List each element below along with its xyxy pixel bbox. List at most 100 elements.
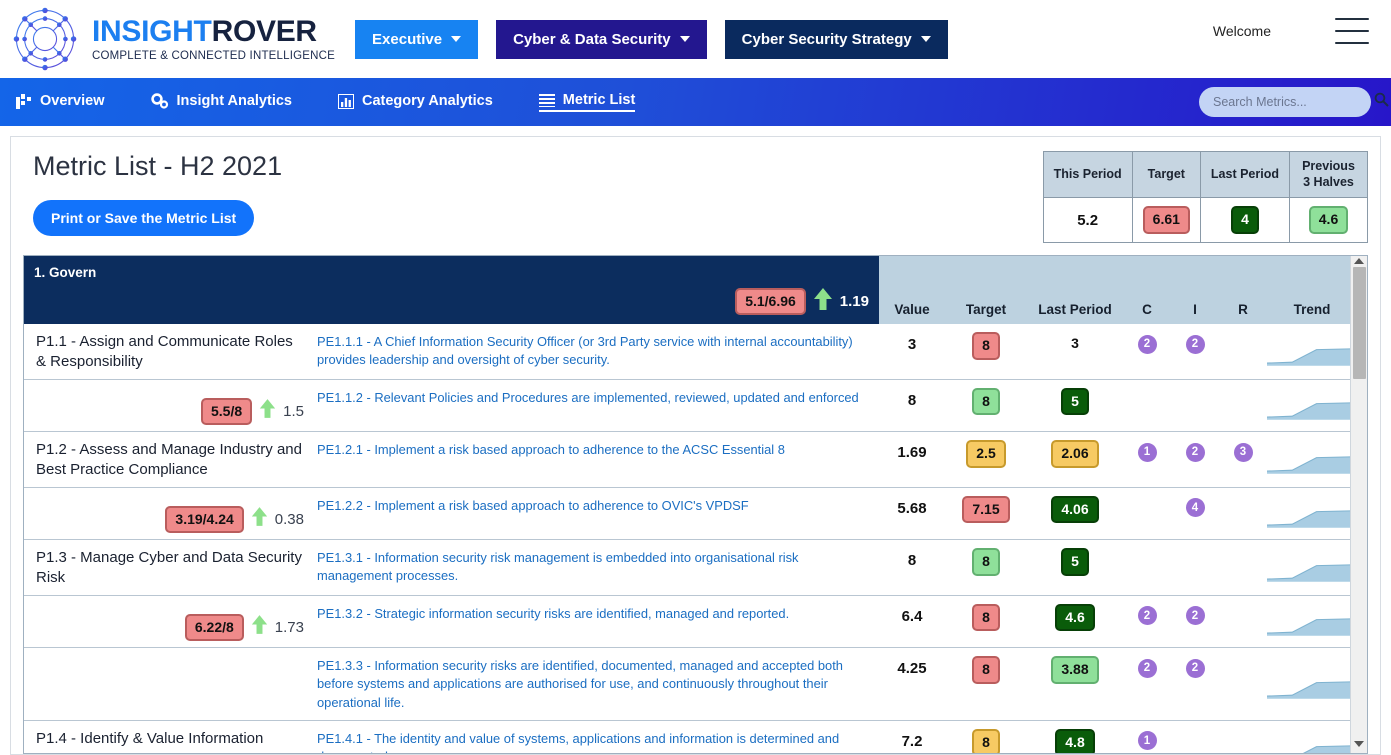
- scroll-down-arrow-icon[interactable]: [1354, 741, 1364, 747]
- metric-c-badge: 1: [1137, 731, 1157, 751]
- metric-value: 8: [907, 552, 917, 569]
- metric-c-badge-cell: 1: [1123, 432, 1171, 487]
- trend-sparkline-icon: [1267, 618, 1350, 637]
- nav-item-category-analytics[interactable]: Category Analytics: [337, 93, 493, 111]
- search-input[interactable]: [1213, 95, 1374, 109]
- metric-i-badge-cell: [1171, 380, 1219, 432]
- nav-item-metric-list[interactable]: Metric List: [538, 92, 636, 112]
- metric-c-badge-cell: [1123, 380, 1171, 432]
- metric-i-badge: 2: [1185, 658, 1205, 678]
- card-header-row: Metric List - H2 2021 Print or Save the …: [23, 150, 1368, 243]
- metric-c-badge-cell: 2: [1123, 324, 1171, 379]
- logo-subtitle: COMPLETE & CONNECTED INTELLIGENCE: [92, 50, 336, 63]
- bar-chart-icon: [337, 93, 354, 109]
- arrow-up-icon: [251, 614, 268, 640]
- scrollbar-thumb[interactable]: [1352, 267, 1366, 379]
- metric-last-period: 2.06: [1027, 432, 1123, 487]
- section-score-group: 5.1/6.96 1.19: [735, 287, 869, 316]
- logo-title-primary: INSIGHT: [92, 15, 212, 49]
- summary-stats-table: This Period Target Last Period Previous …: [1042, 150, 1368, 243]
- table-row[interactable]: P1.3 - Manage Cyber and Data Security Ri…: [24, 540, 1350, 596]
- metric-description[interactable]: PE1.2.2 - Implement a risk based approac…: [314, 488, 879, 540]
- nav-item-metric-list-label: Metric List: [562, 92, 636, 108]
- metric-i-badge-cell: [1171, 721, 1219, 753]
- vertical-scrollbar[interactable]: [1350, 256, 1367, 753]
- metric-description[interactable]: PE1.3.1 - Information security risk mana…: [314, 540, 879, 595]
- column-header-value: Value: [894, 302, 930, 317]
- trend-sparkline-icon: [1267, 348, 1350, 367]
- cyber-data-security-dropdown-button[interactable]: Cyber & Data Security: [496, 19, 707, 59]
- metric-trend: [1267, 488, 1350, 540]
- metric-trend: [1267, 648, 1350, 720]
- metric-i-badge: 2: [1185, 334, 1205, 354]
- nav-item-insight-analytics-label: Insight Analytics: [176, 93, 292, 109]
- welcome-text: Welcome: [1212, 23, 1271, 39]
- table-row[interactable]: PE1.3.3 - Information security risks are…: [24, 648, 1350, 721]
- metric-last-period: 4.6: [1027, 596, 1123, 648]
- metric-trend: [1267, 380, 1350, 432]
- metric-description[interactable]: PE1.4.1 - The identity and value of syst…: [314, 721, 879, 753]
- executive-dropdown-label: Executive: [372, 30, 443, 48]
- metric-grid-header: 1. Govern 5.1/6.96 1.19 Value Target Las…: [24, 256, 1357, 324]
- arrow-up-icon: [813, 287, 833, 316]
- summary-previous-halves-pill: 4.6: [1308, 206, 1349, 234]
- list-icon: [538, 93, 555, 107]
- nav-item-overview[interactable]: Overview: [16, 93, 105, 111]
- section-delta-value: 1.19: [839, 293, 869, 310]
- metric-target: 8: [945, 540, 1027, 595]
- summary-header-previous-3-halves: Previous 3 Halves: [1289, 150, 1368, 199]
- metric-c-badge: 2: [1137, 334, 1157, 354]
- table-row[interactable]: 6.22/8 1.73 PE1.3.2 - Strategic informatio…: [24, 596, 1350, 648]
- metric-list-card: Metric List - H2 2021 Print or Save the …: [10, 136, 1381, 755]
- table-row[interactable]: 3.19/4.24 0.38 PE1.2.2 - Implement a risk …: [24, 488, 1350, 540]
- brand-logo[interactable]: INSIGHTROVER COMPLETE & CONNECTED INTELL…: [8, 5, 335, 73]
- scroll-up-arrow-icon[interactable]: [1354, 258, 1364, 264]
- metric-last-period-pill: 5: [1061, 387, 1089, 415]
- metric-description[interactable]: PE1.3.3 - Information security risks are…: [314, 648, 879, 720]
- metric-column-headers: Value Target Last Period C I R Trend: [879, 256, 1357, 324]
- metric-description[interactable]: PE1.2.1 - Implement a risk based approac…: [314, 432, 879, 487]
- table-row[interactable]: P1.2 - Assess and Manage Industry and Be…: [24, 432, 1350, 488]
- metric-description[interactable]: PE1.3.2 - Strategic information security…: [314, 596, 879, 648]
- metric-r-badge: 3: [1233, 442, 1253, 462]
- metric-value: 8: [907, 391, 917, 409]
- logo-title-secondary: ROVER: [211, 15, 317, 49]
- metric-grid: 1. Govern 5.1/6.96 1.19 Value Target Las…: [23, 255, 1368, 754]
- metric-c-badge: 1: [1137, 442, 1157, 462]
- metric-r-badge-cell: [1219, 648, 1267, 720]
- metric-group-score-pill: 5.5/8: [201, 397, 253, 425]
- table-row[interactable]: P1.1 - Assign and Communicate Roles & Re…: [24, 324, 1350, 380]
- metric-target: 7.15: [945, 488, 1027, 540]
- metric-c-badge-cell: [1123, 488, 1171, 540]
- cyber-security-strategy-dropdown-button[interactable]: Cyber Security Strategy: [724, 19, 948, 59]
- dashboard-icon: [16, 93, 32, 109]
- summary-value-previous-3-halves: 4.6: [1289, 197, 1368, 243]
- metric-value: 1.69: [897, 444, 927, 461]
- metric-c-badge-cell: [1123, 540, 1171, 595]
- executive-dropdown-button[interactable]: Executive: [355, 19, 479, 59]
- metric-trend: [1267, 432, 1350, 487]
- metric-trend: [1267, 324, 1350, 379]
- nav-item-insight-analytics[interactable]: Insight Analytics: [150, 93, 292, 111]
- metric-description[interactable]: PE1.1.2 - Relevant Policies and Procedur…: [314, 380, 879, 432]
- table-row[interactable]: P1.4 - Identify & Value Information PE1.4…: [24, 721, 1350, 753]
- summary-header-target: Target: [1131, 150, 1201, 199]
- column-header-i: I: [1193, 302, 1197, 317]
- metric-description[interactable]: PE1.1.1 - A Chief Information Security O…: [314, 324, 879, 379]
- column-header-r: R: [1238, 302, 1248, 317]
- metric-target: 8: [945, 324, 1027, 379]
- section-header-banner: 1. Govern 5.1/6.96 1.19: [24, 256, 879, 324]
- table-row[interactable]: 5.5/8 1.5 PE1.1.2 - Relevant Policies and …: [24, 380, 1350, 432]
- metric-last-period: 5: [1027, 540, 1123, 595]
- metric-group-title: P1.3 - Manage Cyber and Data Security Ri…: [36, 549, 302, 587]
- cyber-data-security-dropdown-label: Cyber & Data Security: [513, 30, 671, 48]
- search-metrics-container[interactable]: [1199, 87, 1389, 117]
- metric-last-period: 4.8: [1027, 721, 1123, 753]
- metric-i-badge: 2: [1185, 606, 1205, 625]
- search-icon[interactable]: [1374, 92, 1389, 112]
- trend-sparkline-icon: [1267, 456, 1350, 475]
- metric-target: 8: [945, 721, 1027, 753]
- print-or-save-button[interactable]: Print or Save the Metric List: [33, 200, 255, 236]
- hamburger-menu-icon[interactable]: [1335, 18, 1369, 44]
- metric-last-period-pill: 4.06: [1051, 495, 1099, 523]
